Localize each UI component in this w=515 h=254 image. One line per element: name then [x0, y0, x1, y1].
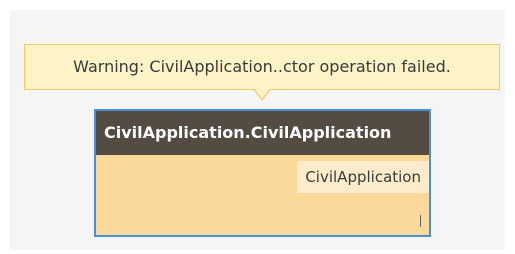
node-title: CivilApplication.CivilApplication	[104, 123, 392, 142]
warning-tooltip-pointer-fill	[254, 88, 270, 99]
node-resize-handle[interactable]	[420, 215, 421, 227]
warning-tooltip: Warning: CivilApplication..ctor operatio…	[24, 44, 500, 90]
warning-text: Warning: CivilApplication..ctor operatio…	[73, 57, 451, 76]
node-title-bar[interactable]: CivilApplication.CivilApplication	[96, 111, 429, 155]
graph-node[interactable]: CivilApplication.CivilApplication CivilA…	[94, 109, 431, 237]
output-port[interactable]: CivilApplication	[297, 161, 429, 193]
output-port-label: CivilApplication	[305, 168, 421, 186]
